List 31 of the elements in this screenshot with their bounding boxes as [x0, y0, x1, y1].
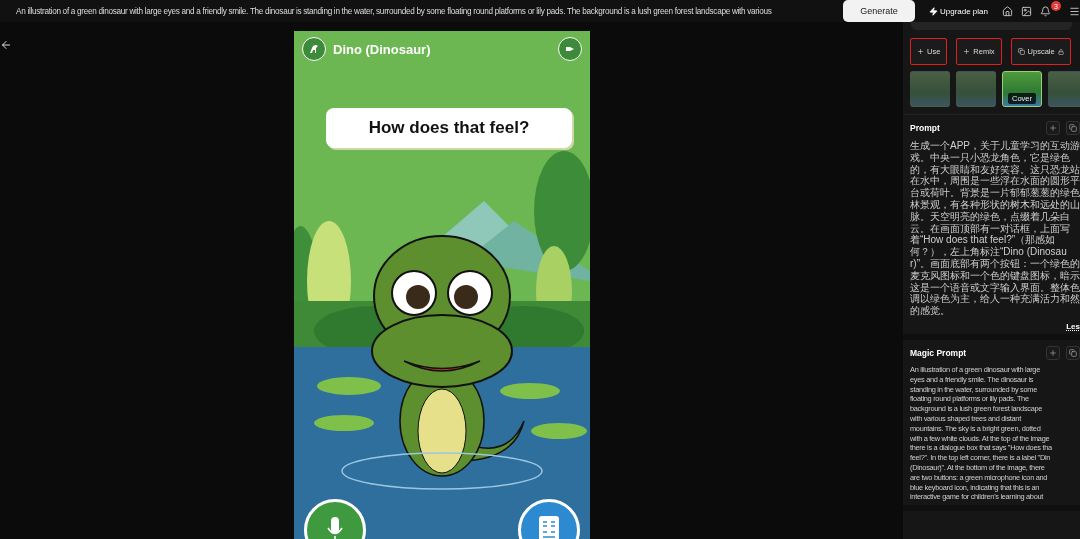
sound-icon[interactable] — [558, 37, 582, 61]
plus-icon — [1049, 348, 1057, 357]
plus-icon — [1049, 124, 1057, 132]
copy-icon — [1017, 48, 1025, 55]
app-title: Dino (Dinosaur) — [333, 41, 432, 57]
section-title: Magic Prompt — [910, 347, 968, 358]
thumbnail-image[interactable] — [956, 71, 996, 107]
plus-icon — [917, 48, 924, 55]
prompt-text: 生成一个APP，关于儿童学习的互动游戏。中央一只小恐龙角色，它是绿色的，有大眼睛和友好笑容。这只恐龙站在水中，周围是一些浮在水面的圆形平台或荷叶。背景是一片郁郁葱葱的绿色林景观，有各种形状的树木和远处的山脉。天空明亮的绿色，点缀着几朵白云。在画面顶部有一对话框，上面写着“How does that feel?”（那感如何？），左上角标注“Dino (Dinosaur)”。画面底部有两个按钮：一个绿色的麦克风图标和一个色的键盘图标，暗示这是一个语音或文字输入界面。整体色调以绿色为主，给人一种充满活力和然的感觉。 — [910, 140, 1080, 317]
dinosaur-icon — [302, 37, 326, 61]
thumbnail-image[interactable] — [1048, 71, 1080, 107]
section-title: Prompt — [910, 123, 941, 133]
home-icon[interactable] — [1002, 5, 1013, 17]
generate-button[interactable]: Generate — [842, 0, 915, 22]
copy-button[interactable] — [1066, 345, 1080, 360]
back-arrow-icon[interactable] — [0, 39, 12, 51]
add-button[interactable] — [1046, 121, 1060, 135]
plus-icon — [963, 48, 971, 55]
keyboard-icon — [538, 515, 560, 539]
copy-button[interactable] — [1066, 121, 1080, 135]
less-link[interactable]: Les — [1066, 321, 1080, 331]
lock-icon — [1057, 48, 1064, 55]
menu-icon[interactable] — [1069, 5, 1080, 17]
prompt-input[interactable]: An illustration of a green dinosaur with large eyes and a friendly smile. The dinosaur is standing in the water, surrounded by some floating round platforms or lily pads. The background is a lush green forest landscape with various — [16, 6, 829, 16]
lightning-icon — [928, 6, 938, 16]
thumbnail-image[interactable] — [910, 71, 950, 107]
microphone-icon — [325, 515, 345, 539]
speech-bubble: How does that feel? — [326, 108, 572, 148]
notification-icon[interactable] — [1040, 5, 1051, 17]
upgrade-plan-button[interactable]: Upgrade plan — [922, 6, 994, 16]
image-icon[interactable] — [1021, 5, 1032, 17]
